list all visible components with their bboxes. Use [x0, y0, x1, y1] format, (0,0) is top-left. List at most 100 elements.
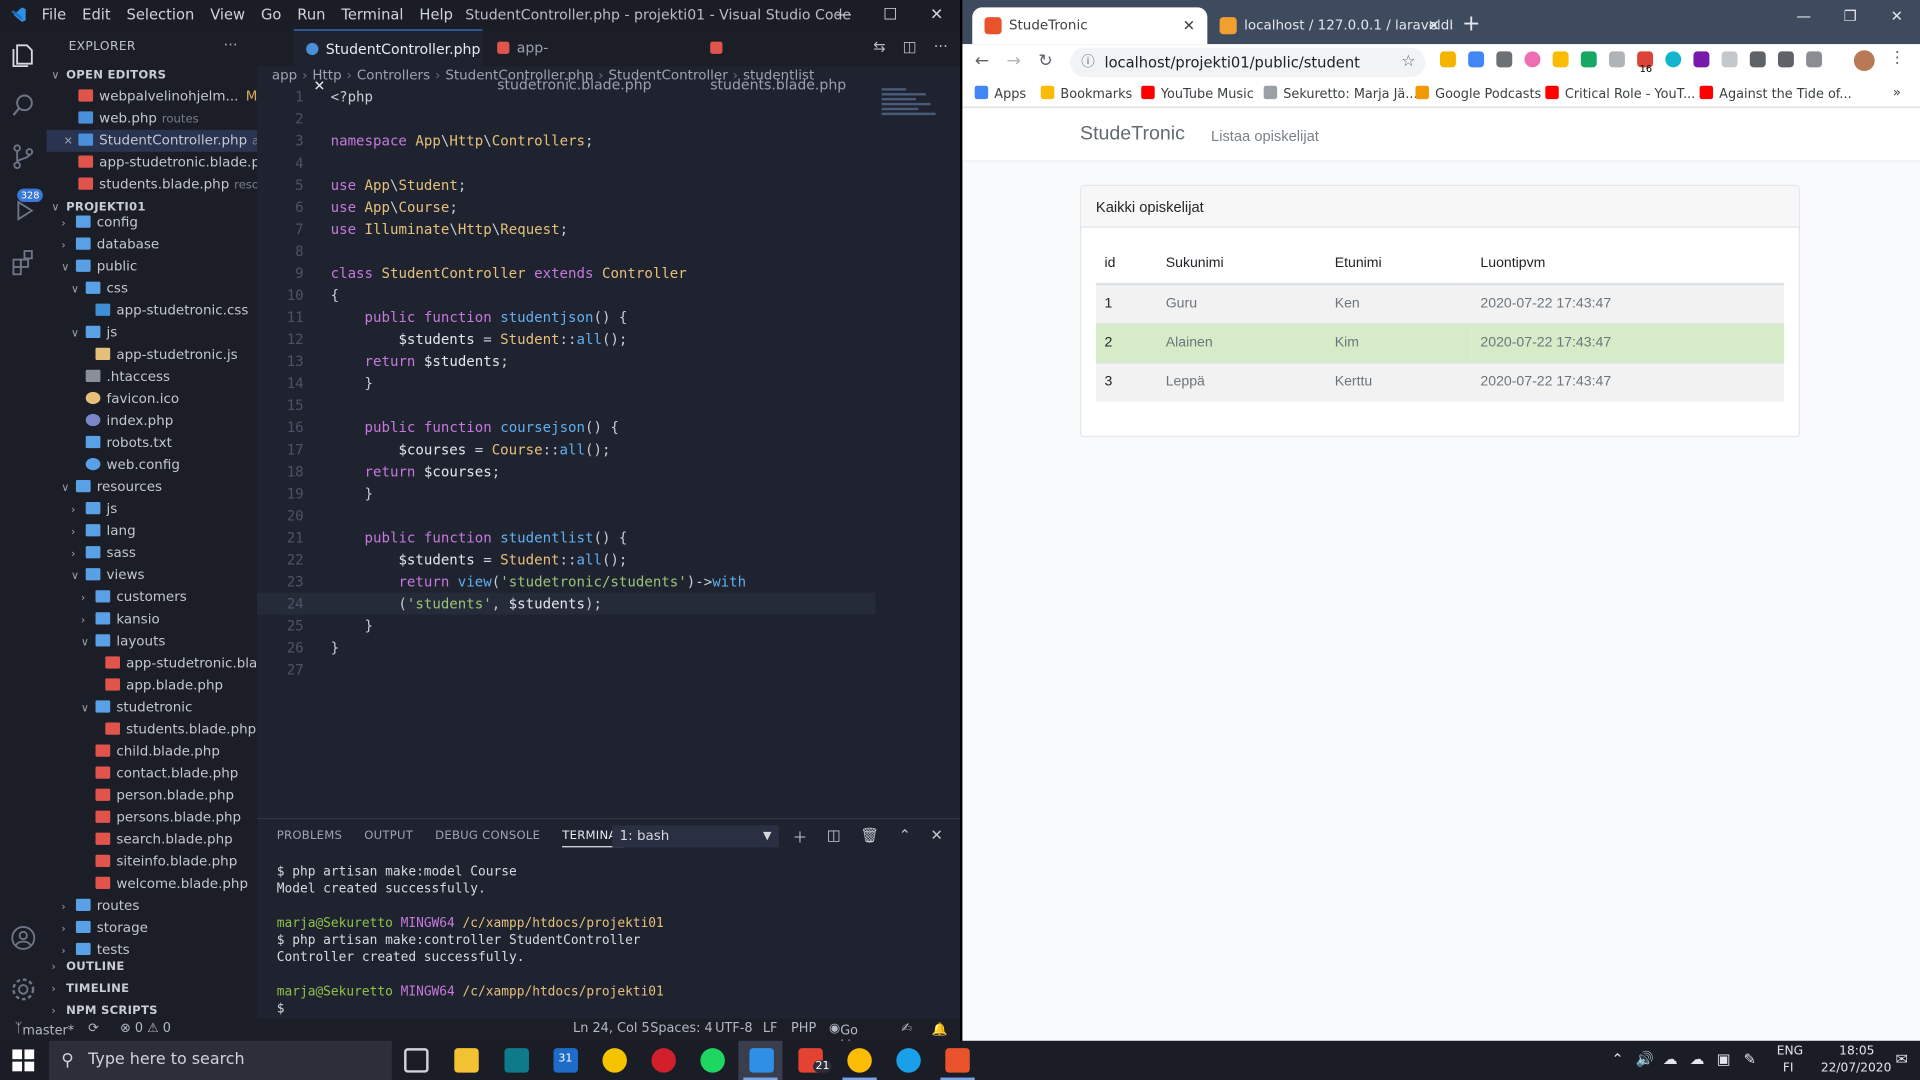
volume-icon[interactable]: 🔊	[1636, 1051, 1654, 1068]
encoding[interactable]: UTF-8	[715, 1021, 752, 1036]
extension-icon[interactable]	[1806, 51, 1823, 68]
tree-file[interactable]: search.blade.php	[47, 829, 258, 851]
tree-file[interactable]: favicon.ico	[47, 388, 258, 410]
search-icon[interactable]	[9, 91, 38, 120]
open-editor-item[interactable]: web.php routes	[47, 108, 258, 130]
code-line[interactable]: 9 class StudentController extends Control…	[257, 262, 960, 284]
tree-file[interactable]: students.blade.php	[47, 719, 258, 741]
browser-tab-studetronic[interactable]: StudeTronic ✕	[972, 7, 1208, 45]
extension-icon[interactable]	[1721, 51, 1738, 68]
code-line[interactable]: 4	[257, 152, 960, 174]
code-line[interactable]: 11 public function studentjson() {	[257, 306, 960, 328]
tree-file[interactable]: robots.txt	[47, 432, 258, 454]
code-line[interactable]: 10 {	[257, 284, 960, 306]
bookmark-item[interactable]: Bookmarks	[1040, 85, 1132, 102]
tree-file[interactable]: siteinfo.blade.php	[47, 851, 258, 873]
tab-app-studetronic-blade[interactable]: app-studetronic.blade.php	[485, 29, 688, 93]
editor-more-icon[interactable]: ···	[934, 38, 948, 55]
cursor-position[interactable]: Ln 24, Col 5	[573, 1021, 650, 1036]
code-line[interactable]: 17 $courses = Course::all();	[257, 438, 960, 460]
tree-folder[interactable]: › sass	[47, 542, 258, 564]
extension-icon[interactable]	[1496, 51, 1513, 68]
code-line[interactable]: 2	[257, 108, 960, 130]
maximize-panel-icon[interactable]: ⌃	[899, 827, 911, 848]
extension-icon[interactable]	[1608, 51, 1625, 68]
extensions-puzzle-icon[interactable]	[1749, 51, 1766, 68]
tree-folder[interactable]: › storage	[47, 917, 258, 939]
code-line[interactable]: 26}	[257, 637, 960, 659]
menu-item-edit[interactable]: Edit	[82, 6, 110, 23]
code-line[interactable]: 24 ('students', $students);	[257, 592, 876, 615]
split-editor-icon[interactable]: ◫	[903, 38, 917, 55]
open-editor-item[interactable]: ✕StudentController.phpa...	[46, 129, 258, 152]
tab-students-blade[interactable]: students.blade.php	[698, 29, 857, 93]
close-icon[interactable]: ✕	[913, 0, 960, 29]
menu-item-help[interactable]: Help	[419, 6, 453, 23]
bookmark-item[interactable]: Apps	[974, 85, 1026, 102]
brand-link[interactable]: StudeTronic	[1080, 124, 1185, 146]
git-branch[interactable]: ᛉ master*	[15, 1021, 75, 1038]
outline-header[interactable]: › OUTLINE	[46, 955, 258, 978]
extension-icon[interactable]	[1665, 51, 1682, 68]
code-line[interactable]: 20	[257, 504, 960, 526]
panel-tab-output[interactable]: OUTPUT	[364, 829, 413, 847]
tree-folder[interactable]: ∨ layouts	[47, 631, 258, 653]
task-view-icon[interactable]	[404, 1048, 429, 1073]
run-debug-icon[interactable]	[9, 196, 38, 225]
reading-list-icon[interactable]	[1777, 51, 1794, 68]
menu-item-terminal[interactable]: Terminal	[341, 6, 403, 23]
tree-folder[interactable]: › config	[47, 212, 258, 234]
code-line[interactable]: 19 }	[257, 482, 960, 504]
close-tab-icon[interactable]: ✕	[1428, 7, 1440, 44]
tree-folder[interactable]: › js	[47, 498, 258, 520]
bookmark-item[interactable]: Google Podcasts	[1415, 85, 1541, 102]
tree-folder[interactable]: ∨ public	[47, 256, 258, 278]
checkmark-extension-icon[interactable]	[1580, 51, 1597, 68]
terminal-select[interactable]: 1: bash ▼	[612, 825, 779, 848]
open-editor-item[interactable]: webpalvelinohjelm... M	[47, 86, 257, 108]
code-line[interactable]: 21 public function studentlist() {	[257, 527, 960, 549]
close-icon[interactable]: ✕	[1873, 0, 1920, 32]
menu-item-go[interactable]: Go	[261, 6, 281, 23]
indentation[interactable]: Spaces: 4	[650, 1021, 712, 1036]
code-line[interactable]: 18 return $courses;	[257, 460, 960, 482]
minimize-icon[interactable]: —	[1780, 0, 1827, 32]
xampp-icon[interactable]	[945, 1048, 970, 1073]
app-icon[interactable]	[504, 1048, 529, 1073]
settings-gear-icon[interactable]	[9, 975, 38, 1004]
feedback-icon[interactable]: ✍	[901, 1021, 912, 1036]
breadcrumb-item[interactable]: Controllers	[357, 67, 430, 83]
chrome-menu-icon[interactable]: ⋮	[1889, 49, 1905, 67]
code-line[interactable]: 1 <?php	[257, 86, 960, 108]
address-bar[interactable]: ⓘ localhost/projekti01/public/student ☆	[1070, 47, 1426, 78]
tree-folder[interactable]: ∨ views	[47, 564, 258, 586]
tree-file[interactable]: child.blade.php	[47, 741, 258, 763]
tree-file[interactable]: .htaccess	[47, 366, 258, 388]
clock-time[interactable]: 18:05	[1839, 1044, 1874, 1057]
language-mode[interactable]: PHP	[791, 1021, 816, 1036]
problems-count[interactable]: ⊗ 0 ⚠ 0	[120, 1021, 171, 1036]
tree-folder[interactable]: ∨ resources	[47, 476, 258, 498]
reload-icon[interactable]: ↻	[1038, 51, 1052, 71]
nav-link-list-students[interactable]: Listaa opiskelijat	[1211, 127, 1319, 144]
code-line[interactable]: 12 $students = Student::all();	[257, 328, 960, 350]
notifications-icon[interactable]: ✉	[1896, 1051, 1908, 1068]
trash-icon[interactable]: 🗑	[860, 827, 879, 848]
open-editor-item[interactable]: app-studetronic.blade.p...	[47, 152, 257, 174]
extension-icon[interactable]	[1440, 51, 1456, 68]
panel-tab-problems[interactable]: PROBLEMS	[277, 829, 342, 847]
tree-file[interactable]: persons.blade.php	[47, 807, 258, 829]
minimize-icon[interactable]: —	[820, 0, 867, 29]
extension-icon[interactable]	[1552, 51, 1569, 68]
tree-file[interactable]: contact.blade.php	[47, 763, 258, 785]
split-terminal-icon[interactable]: ◫	[827, 827, 841, 848]
tree-folder[interactable]: ∨ studetronic	[47, 697, 258, 719]
tree-file[interactable]: index.php	[47, 410, 258, 432]
bookmark-item[interactable]: Critical Role - YouT...	[1545, 85, 1695, 102]
close-tab-icon[interactable]: ✕	[1183, 7, 1195, 44]
chrome-taskbar-icon[interactable]	[847, 1048, 872, 1073]
tree-file[interactable]: app-studetronic.css	[47, 300, 258, 322]
tree-file[interactable]: web.config	[47, 454, 258, 476]
profile-avatar[interactable]	[1853, 50, 1875, 72]
menu-item-selection[interactable]: Selection	[127, 6, 195, 23]
